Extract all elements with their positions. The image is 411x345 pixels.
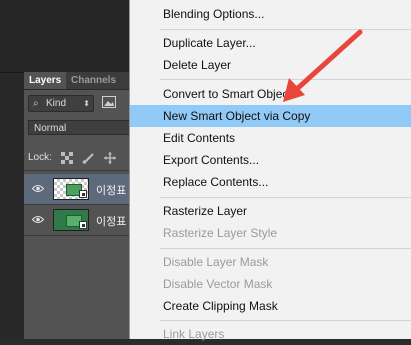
menu-separator [160,29,411,30]
menu-item-rasterize-layer-style: Rasterize Layer Style [163,226,278,240]
layer-thumbnail [53,209,89,231]
menu-separator [160,320,411,321]
layer-row[interactable]: 이정표 [24,205,129,236]
menu-item-convert-to-smart-object[interactable]: Convert to Smart Object [130,83,411,105]
workspace-top-area [0,0,129,73]
lock-position-icon[interactable] [104,152,116,164]
eye-visibility-icon[interactable] [32,184,44,193]
smart-object-badge-icon [79,221,87,229]
layer-row[interactable]: 이정표 [24,174,129,205]
lock-row: Lock: [24,148,129,171]
menu-separator [160,197,411,198]
eye-visibility-icon[interactable] [32,215,44,224]
select-arrows-icon: ⬍ [83,99,90,108]
menu-separator [160,248,411,249]
layer-name[interactable]: 이정표 [96,182,126,198]
layer-thumbnail [53,178,89,200]
layer-context-menu: Blending Options... Duplicate Layer... D… [129,0,411,341]
menu-item-disable-vector-mask: Disable Vector Mask [163,277,273,291]
kind-filter-label: Kind [46,98,67,109]
kind-filter-select[interactable]: ⌕ Kind ⬍ [28,95,94,112]
layer-name[interactable]: 이정표 [96,213,126,229]
lock-image-pixels-icon[interactable] [82,152,94,164]
menu-item-replace-contents[interactable]: Replace Contents... [130,171,411,193]
menu-item-new-smart-object-via-copy[interactable]: New Smart Object via Copy [130,105,411,127]
menu-item-blending-options[interactable]: Blending Options... [130,3,411,25]
lock-label: Lock: [28,152,52,163]
menu-separator [160,79,411,80]
smart-object-badge-icon [79,190,87,198]
tab-layers[interactable]: Layers [24,72,67,89]
search-icon: ⌕ [33,98,39,109]
image-filter-icon[interactable] [102,96,116,108]
layer-filter-row: ⌕ Kind ⬍ [24,93,129,113]
blend-mode-row: Normal [24,118,129,138]
menu-item-delete-layer[interactable]: Delete Layer [130,54,411,76]
menu-item-export-contents[interactable]: Export Contents... [130,149,411,171]
menu-item-disable-layer-mask: Disable Layer Mask [163,255,269,269]
lock-transparent-pixels-icon[interactable] [61,152,73,164]
menu-item-duplicate-layer[interactable]: Duplicate Layer... [130,32,411,54]
menu-item-edit-contents[interactable]: Edit Contents [130,127,411,149]
menu-item-link-layers: Link Layers [163,327,225,341]
tab-channels[interactable]: Channels [66,72,121,89]
menu-item-rasterize-layer[interactable]: Rasterize Layer [130,200,411,222]
panel-tab-bar: Layers Channels [24,72,129,90]
menu-item-create-clipping-mask[interactable]: Create Clipping Mask [130,295,411,317]
layers-panel: Layers Channels ⌕ Kind ⬍ Normal Lock: 이정… [24,72,129,339]
blend-mode-select[interactable]: Normal [28,120,129,135]
